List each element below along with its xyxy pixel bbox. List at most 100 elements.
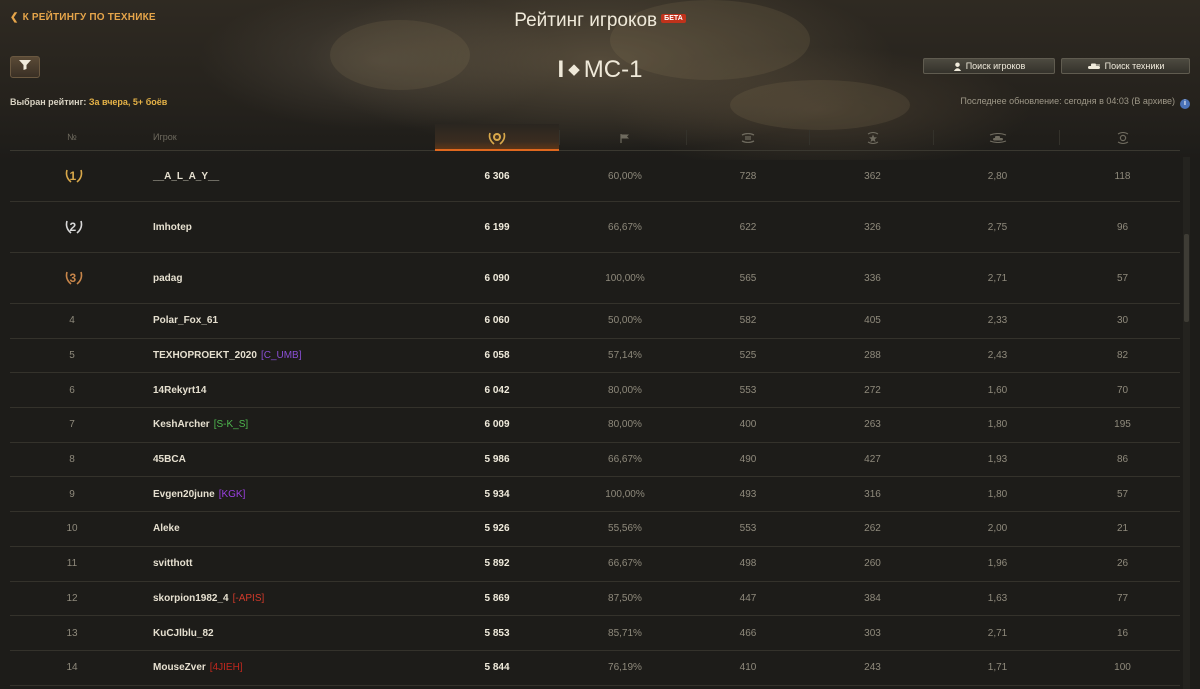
player-name[interactable]: padag bbox=[153, 273, 182, 284]
player-name[interactable]: MouseZver bbox=[153, 662, 206, 673]
clan-tag[interactable]: [S-K_S] bbox=[214, 419, 248, 430]
rank-cell: 13 bbox=[66, 627, 78, 639]
player-cell: Evgen20june [KGK] bbox=[153, 477, 433, 511]
player-name[interactable]: TEXHOPROEKT_2020 bbox=[153, 350, 257, 361]
battles-cell: 490 bbox=[739, 454, 757, 466]
search-players-label: Поиск игроков bbox=[965, 61, 1026, 71]
winrate-cell: 57,14% bbox=[608, 350, 642, 362]
column-damage[interactable] bbox=[1060, 124, 1185, 151]
score-cell: 5 869 bbox=[484, 592, 510, 604]
battles-cell: 498 bbox=[739, 558, 757, 570]
player-name[interactable]: skorpion1982_4 bbox=[153, 593, 229, 604]
search-vehicles-button[interactable]: Поиск техники bbox=[1061, 58, 1190, 74]
info-icon[interactable]: i bbox=[1180, 99, 1190, 109]
score-cell: 6 060 bbox=[484, 315, 510, 327]
column-player[interactable]: Игрок bbox=[153, 124, 433, 151]
table-row[interactable]: 8 45BCA 5 986 66,67% 490 427 1,93 86 bbox=[10, 443, 1180, 478]
player-name[interactable]: 14Rekyrt14 bbox=[153, 385, 206, 396]
rating-table: № Игрок 1 __A_L_A_Y__ 6 306 60,00% 728 3… bbox=[10, 124, 1180, 686]
column-kills[interactable] bbox=[935, 124, 1060, 151]
kills-cell: 1,63 bbox=[987, 592, 1008, 604]
player-cell: TEXHOPROEKT_2020 [C_UMB] bbox=[153, 339, 433, 373]
table-row[interactable]: 13 KuCJlblu_82 5 853 85,71% 466 303 2,71 16 bbox=[10, 616, 1180, 651]
column-score[interactable] bbox=[435, 124, 559, 151]
player-cell: svitthott bbox=[153, 547, 433, 581]
player-name[interactable]: Polar_Fox_61 bbox=[153, 315, 218, 326]
player-cell: __A_L_A_Y__ bbox=[153, 151, 433, 201]
xp-cell: 272 bbox=[864, 384, 881, 396]
xp-cell: 288 bbox=[864, 350, 881, 362]
clan-tag[interactable]: [-APIS] bbox=[233, 593, 265, 604]
table-body: 1 __A_L_A_Y__ 6 306 60,00% 728 362 2,80 118 2 Imh… bbox=[10, 151, 1180, 686]
kills-cell: 1,93 bbox=[987, 454, 1008, 466]
column-divider bbox=[809, 130, 810, 145]
clan-tag[interactable]: [C_UMB] bbox=[261, 350, 302, 361]
xp-cell: 243 bbox=[864, 662, 881, 674]
selected-rating-value[interactable]: За вчера, 5+ боёв bbox=[89, 97, 167, 107]
damage-cell: 118 bbox=[1114, 170, 1131, 182]
player-name[interactable]: KeshArcher bbox=[153, 419, 210, 430]
xp-cell: 316 bbox=[864, 488, 881, 500]
column-divider bbox=[686, 130, 687, 145]
damage-cell: 57 bbox=[1116, 488, 1129, 500]
clan-tag[interactable]: [4JIEH] bbox=[210, 662, 243, 673]
rank-number: 2 bbox=[69, 220, 77, 234]
table-row[interactable]: 5 TEXHOPROEKT_2020 [C_UMB] 6 058 57,14% 525 28… bbox=[10, 339, 1180, 374]
player-cell: 14Rekyrt14 bbox=[153, 373, 433, 407]
player-name[interactable]: Evgen20june bbox=[153, 489, 215, 500]
player-name[interactable]: __A_L_A_Y__ bbox=[153, 171, 219, 182]
winrate-cell: 87,50% bbox=[608, 592, 642, 604]
scrollbar[interactable] bbox=[1183, 157, 1190, 689]
column-divider bbox=[559, 130, 560, 145]
last-update-text: Последнее обновление: сегодня в 04:03 (В… bbox=[960, 96, 1175, 106]
column-xp[interactable] bbox=[810, 124, 935, 151]
player-cell: Imhotep bbox=[153, 202, 433, 252]
table-row[interactable]: 3 padag 6 090 100,00% 565 336 2,71 57 bbox=[10, 253, 1180, 304]
player-name[interactable]: 45BCA bbox=[153, 454, 186, 465]
table-row[interactable]: 7 KeshArcher [S-K_S] 6 009 80,00% 400 263 1,80 1… bbox=[10, 408, 1180, 443]
table-row[interactable]: 11 svitthott 5 892 66,67% 498 260 1,96 26 bbox=[10, 547, 1180, 582]
table-row[interactable]: 14 MouseZver [4JIEH] 5 844 76,19% 410 243 1,71 1… bbox=[10, 651, 1180, 686]
clan-tag[interactable]: [KGK] bbox=[219, 489, 246, 500]
kills-cell: 2,80 bbox=[987, 170, 1008, 182]
rank-cell: 11 bbox=[66, 558, 78, 570]
player-name[interactable]: Imhotep bbox=[153, 222, 192, 233]
winrate-cell: 66,67% bbox=[608, 454, 642, 466]
battles-cell: 400 bbox=[739, 419, 757, 431]
table-row[interactable]: 1 __A_L_A_Y__ 6 306 60,00% 728 362 2,80 118 bbox=[10, 151, 1180, 202]
tank-icon bbox=[1087, 63, 1100, 69]
column-divider bbox=[1059, 130, 1060, 145]
rank-cell: 5 bbox=[69, 350, 75, 362]
player-name[interactable]: Aleke bbox=[153, 523, 180, 534]
score-cell: 5 844 bbox=[484, 662, 510, 674]
table-row[interactable]: 9 Evgen20june [KGK] 5 934 100,00% 493 316 1,80 5… bbox=[10, 477, 1180, 513]
damage-cell: 195 bbox=[1114, 419, 1131, 431]
table-row[interactable]: 6 14Rekyrt14 6 042 80,00% 553 272 1,60 70 bbox=[10, 373, 1180, 409]
xp-cell: 384 bbox=[864, 592, 881, 604]
player-name[interactable]: KuCJlblu_82 bbox=[153, 628, 214, 639]
battles-cell: 553 bbox=[739, 384, 757, 396]
table-row[interactable]: 4 Polar_Fox_61 6 060 50,00% 582 405 2,33 30 bbox=[10, 304, 1180, 339]
player-cell: KuCJlblu_82 bbox=[153, 616, 433, 650]
rank-cell: 3 bbox=[10, 253, 134, 303]
beta-badge: БЕТА bbox=[661, 14, 686, 23]
table-row[interactable]: 12 skorpion1982_4 [-APIS] 5 869 87,50% 447 384… bbox=[10, 582, 1180, 617]
table-row[interactable]: 2 Imhotep 6 199 66,67% 622 326 2,75 96 bbox=[10, 202, 1180, 253]
search-players-button[interactable]: Поиск игроков bbox=[923, 58, 1055, 74]
kills-cell: 1,60 bbox=[987, 384, 1008, 396]
winrate-cell: 76,19% bbox=[608, 662, 642, 674]
score-cell: 5 926 bbox=[484, 523, 510, 535]
column-rank[interactable]: № bbox=[10, 124, 134, 151]
column-battles[interactable] bbox=[688, 124, 808, 151]
player-name[interactable]: svitthott bbox=[153, 558, 192, 569]
rank-cell: 8 bbox=[69, 454, 75, 466]
column-winrate[interactable] bbox=[565, 124, 685, 151]
kills-cell: 2,71 bbox=[987, 272, 1008, 284]
xp-cell: 427 bbox=[864, 454, 881, 466]
rank-cell: 2 bbox=[10, 202, 134, 252]
scrollbar-thumb[interactable] bbox=[1184, 234, 1189, 322]
rank-cell: 14 bbox=[66, 662, 78, 674]
score-cell: 6 199 bbox=[484, 221, 510, 233]
table-row[interactable]: 10 Aleke 5 926 55,56% 553 262 2,00 21 bbox=[10, 512, 1180, 547]
target-icon bbox=[1117, 131, 1128, 144]
